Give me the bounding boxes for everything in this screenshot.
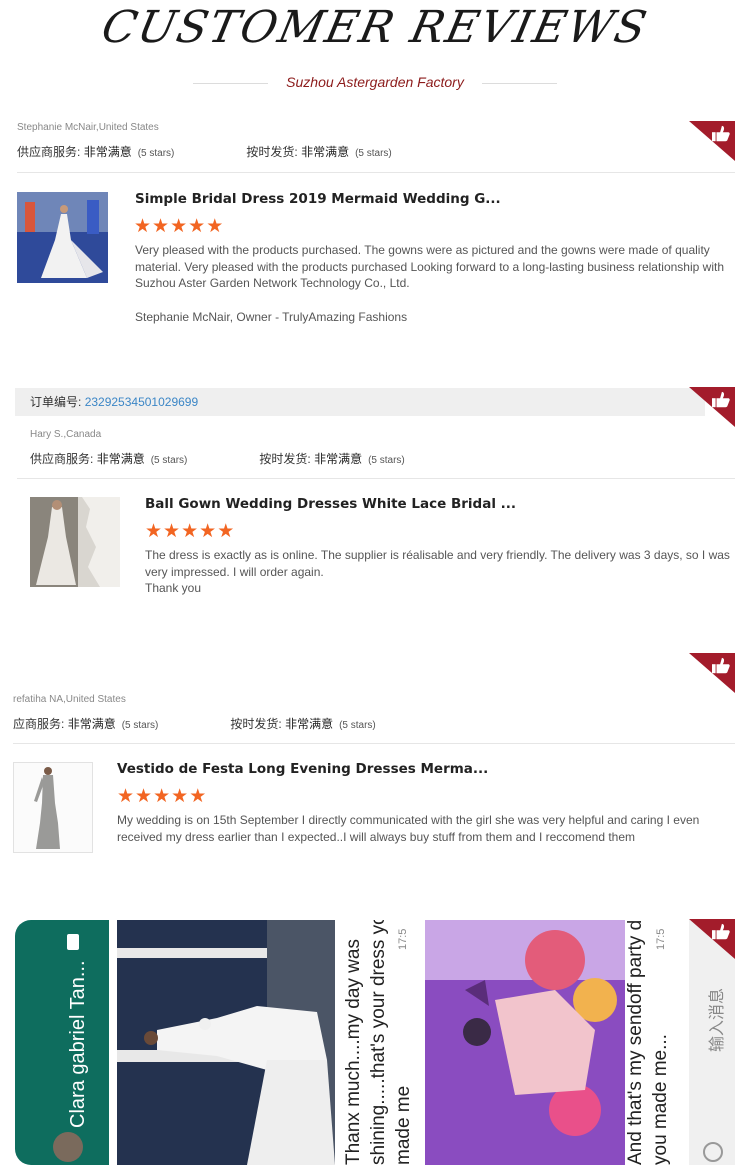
star-icon: ★: [135, 786, 154, 807]
chat-message-line: you made me...: [650, 1034, 671, 1165]
review-text-closing: Thank you: [145, 581, 202, 595]
reviewer-name: Hary S.,Canada: [30, 429, 102, 440]
chat-message-line: made me: [393, 1085, 414, 1165]
star-icon: ★: [217, 521, 236, 542]
product-title-link[interactable]: Simple Bridal Dress 2019 Mermaid Wedding…: [135, 191, 501, 207]
chat-photo: [117, 920, 335, 1165]
chat-header: [15, 920, 109, 1165]
product-image[interactable]: [30, 497, 120, 587]
product-image[interactable]: [17, 192, 108, 283]
star-icon: ★: [145, 521, 164, 542]
subtitle-rule-right: [482, 83, 557, 84]
page-title: CUSTOMER REVIEWS: [97, 2, 653, 53]
star-icon: ★: [171, 786, 190, 807]
chat-timestamp: 17:5: [655, 928, 667, 950]
chat-message-line: Thanx much....my day was: [343, 939, 364, 1165]
star-icon: ★: [117, 786, 136, 807]
video-icon: [67, 934, 79, 950]
reviewer-name: refatiha NA,United States: [13, 694, 126, 705]
chat-input-placeholder: 输入消息: [709, 987, 726, 1052]
thumbs-up-icon: [689, 919, 735, 959]
thumbs-up-icon: [689, 653, 735, 693]
order-number: 订单编号: 23292534501029699: [30, 395, 199, 409]
divider: [17, 172, 735, 173]
divider: [13, 743, 735, 744]
reviewer-name: Stephanie McNair,United States: [17, 122, 159, 133]
chat-message-line: And that's my sendoff party dress: [625, 920, 646, 1165]
rating-summary: 供应商服务: 非常满意 (5 stars) 按时发货: 非常满意 (5 stars): [17, 145, 392, 159]
rating-summary: 应商服务: 非常满意 (5 stars) 按时发货: 非常满意 (5 stars): [13, 717, 376, 731]
chat-message-line: shining.....that's your dress you: [368, 920, 389, 1165]
product-title-link[interactable]: Ball Gown Wedding Dresses White Lace Bri…: [145, 496, 516, 512]
star-icon: ★: [153, 786, 172, 807]
star-rating: ★★★★★: [134, 217, 224, 236]
star-icon: ★: [152, 216, 171, 237]
customer-chat-screenshot: Clara gabriel Tan... Thanx much....my da…: [15, 920, 735, 1165]
star-icon: ★: [163, 521, 182, 542]
chat-photo: [425, 920, 625, 1165]
star-icon: ★: [199, 521, 218, 542]
star-rating: ★★★★★: [145, 522, 235, 541]
product-title-link[interactable]: Vestido de Festa Long Evening Dresses Me…: [117, 761, 488, 777]
star-icon: ★: [206, 216, 225, 237]
star-rating: ★★★★★: [117, 787, 207, 806]
product-image[interactable]: [13, 762, 93, 853]
star-icon: ★: [134, 216, 153, 237]
review-signature: Stephanie McNair, Owner - TrulyAmazing F…: [135, 310, 408, 324]
page-subtitle: Suzhou Astergarden Factory: [286, 74, 464, 90]
emoji-icon: [703, 1142, 723, 1162]
star-icon: ★: [189, 786, 208, 807]
chat-contact-name: Clara gabriel Tan...: [67, 960, 89, 1129]
review-text: Very pleased with the products purchased…: [135, 243, 724, 290]
star-icon: ★: [188, 216, 207, 237]
review-text: The dress is exactly as is online. The s…: [145, 548, 730, 579]
thumbs-up-icon: [689, 121, 735, 161]
thumbs-up-icon: [689, 387, 735, 427]
star-icon: ★: [170, 216, 189, 237]
chat-timestamp: 17:5: [397, 928, 409, 950]
divider: [17, 478, 735, 479]
rating-summary: 供应商服务: 非常满意 (5 stars) 按时发货: 非常满意 (5 stars): [30, 452, 405, 466]
star-icon: ★: [181, 521, 200, 542]
review-text: My wedding is on 15th September I direct…: [117, 813, 700, 844]
avatar: [53, 1132, 83, 1162]
